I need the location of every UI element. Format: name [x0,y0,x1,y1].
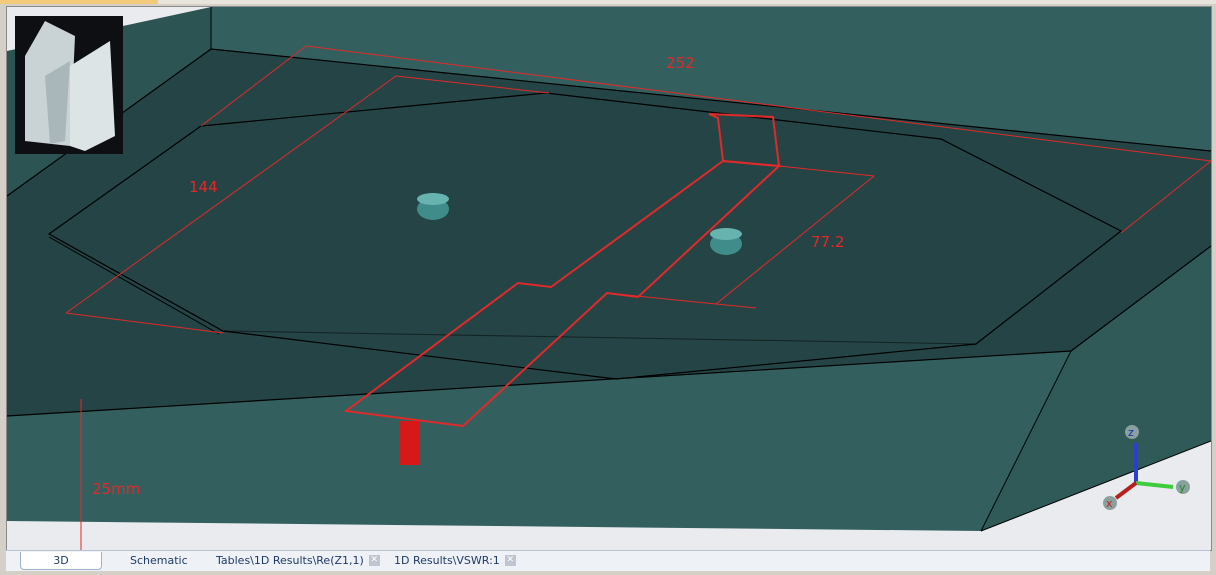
dimension-width: 144 [189,178,218,196]
tab-re-z11[interactable]: Tables\1D Results\Re(Z1,1) ✕ [216,552,380,569]
tab-label: 3D [53,554,69,567]
close-icon[interactable]: ✕ [504,555,516,566]
tab-label: 1D Results\VSWR:1 [394,554,500,567]
view-tab-bar: 3D Schematic Tables\1D Results\Re(Z1,1) ✕… [6,550,1210,571]
dimension-height: 25mm [92,480,140,498]
tab-schematic[interactable]: Schematic [130,552,188,569]
close-icon[interactable]: ✕ [368,555,380,566]
tab-vswr[interactable]: 1D Results\VSWR:1 ✕ [394,552,516,569]
coax-feed [400,421,420,465]
dimension-length: 252 [666,54,695,72]
tab-3d[interactable]: 3D [20,552,102,570]
tab-label: Tables\1D Results\Re(Z1,1) [216,554,364,567]
3d-viewport[interactable]: 252 144 77.2 25mm z y x [6,6,1212,551]
model-thumbnail [15,16,123,154]
model-scene: 252 144 77.2 25mm z y x [7,7,1211,550]
antenna-image [25,21,115,151]
axis-z-label: z [1128,426,1134,439]
title-strip [0,0,1216,4]
lower-left [7,521,421,550]
axis-y-label: y [1179,481,1186,494]
axis-x-label: x [1106,497,1113,510]
tab-label: Schematic [130,554,188,567]
dimension-feed-width: 77.2 [811,233,844,251]
